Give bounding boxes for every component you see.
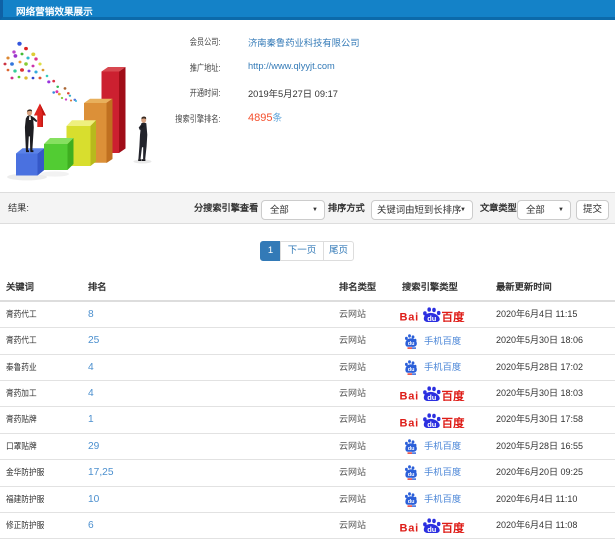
svg-text:Bai: Bai bbox=[400, 391, 420, 402]
svg-text:du: du bbox=[408, 446, 415, 452]
svg-text:du: du bbox=[408, 367, 415, 373]
svg-text:du: du bbox=[427, 393, 437, 401]
svg-text:Bai: Bai bbox=[400, 417, 420, 428]
svg-text:百度: 百度 bbox=[442, 416, 465, 428]
svg-text:百度: 百度 bbox=[442, 521, 465, 533]
svg-text:du: du bbox=[427, 314, 437, 322]
svg-text:du: du bbox=[408, 499, 415, 505]
svg-text:du: du bbox=[427, 419, 437, 427]
svg-text:Bai: Bai bbox=[400, 523, 420, 534]
svg-text:du: du bbox=[408, 473, 415, 479]
svg-text:百度: 百度 bbox=[442, 389, 465, 401]
svg-text:du: du bbox=[427, 525, 437, 533]
svg-text:Bai: Bai bbox=[400, 312, 420, 323]
svg-text:du: du bbox=[408, 341, 415, 347]
svg-text:百度: 百度 bbox=[442, 310, 465, 322]
